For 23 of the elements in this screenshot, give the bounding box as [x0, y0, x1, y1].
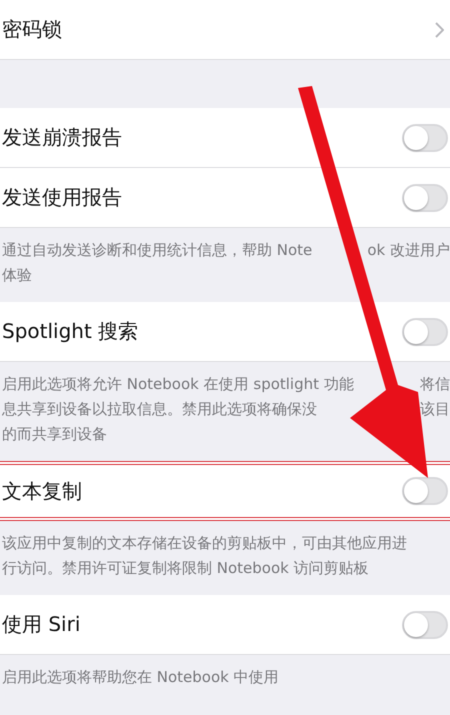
row-label: 发送使用报告 [2, 184, 122, 211]
settings-row[interactable]: 使用 Siri [0, 595, 450, 655]
row-label: 文本复制 [2, 478, 82, 504]
description-text: 体验 [2, 266, 32, 285]
row-label: 密码锁 [2, 16, 62, 43]
description-text: 将信 [420, 375, 450, 394]
description-text: 该应用中复制的文本存储在设备的剪贴板中，可由其他应用进 [2, 534, 407, 553]
settings-row[interactable]: 文本复制 [0, 461, 450, 521]
description-text: 行访问。禁用许可证复制将限制 Notebook 访问剪贴板 [2, 559, 369, 578]
description-text: 的而共享到设备 [2, 425, 107, 444]
settings-row[interactable]: 密码锁 [0, 0, 450, 60]
description-text: 启用此选项将允许 Notebook 在使用 spotlight 功能 [2, 375, 354, 394]
description-text: 该目 [420, 400, 450, 419]
description-text: ok 改进用户 [367, 241, 450, 260]
settings-row[interactable]: 发送崩溃报告 [0, 108, 450, 168]
row-label: 发送崩溃报告 [2, 124, 122, 151]
settings-row[interactable]: Spotlight 搜索 [0, 302, 450, 362]
description-text: 启用此选项将帮助您在 Notebook 中使用 [2, 668, 279, 687]
description-text: 通过自动发送诊断和使用统计信息，帮助 Note [2, 241, 312, 260]
row-label: 使用 Siri [2, 611, 80, 638]
description-text: 息共享到设备以拉取信息。禁用此选项将确保没 [2, 400, 317, 419]
settings-row[interactable]: 发送使用报告 [0, 168, 450, 228]
row-label: Spotlight 搜索 [2, 318, 138, 345]
